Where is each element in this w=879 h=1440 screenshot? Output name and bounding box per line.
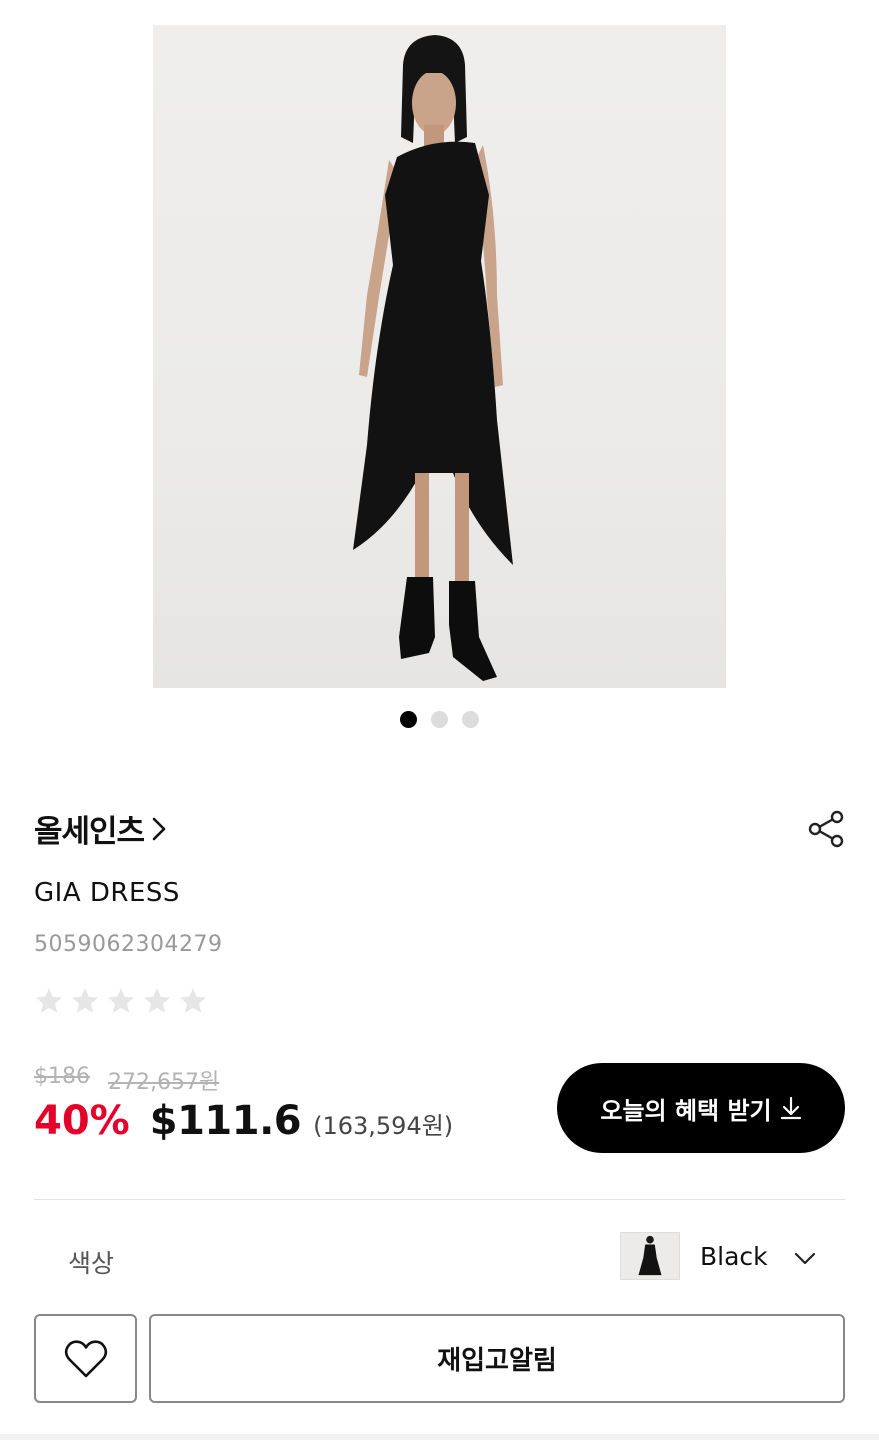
wishlist-button[interactable] [34,1314,137,1403]
original-price: $186 272,657원 [34,1064,219,1096]
product-photo-illustration [353,35,513,681]
carousel-dot[interactable] [431,711,448,728]
carousel-indicator [0,711,879,728]
chevron-down-icon [794,1252,815,1265]
brand-name: 올세인츠 [34,814,145,850]
color-swatch-thumbnail [620,1232,680,1280]
restock-alert-button[interactable]: 재입고알림 [149,1314,845,1403]
star-icon [72,988,98,1013]
product-code: 5059062304279 [34,932,223,957]
original-price-usd: $186 [34,1064,90,1089]
share-icon [808,810,844,848]
restock-alert-label: 재입고알림 [437,1346,557,1376]
download-arrow-icon [780,1096,801,1120]
star-icon [36,988,62,1013]
sale-price-usd: $111.6 [149,1098,302,1144]
sale-price-row: 40% $111.6 (163,594원) [34,1098,453,1144]
chevron-right-icon [152,817,166,840]
color-option-label: 색상 [68,1249,115,1278]
color-select[interactable]: Black [620,1232,816,1280]
discount-rate: 40% [34,1098,130,1144]
star-icon [108,988,134,1013]
product-image[interactable] [153,25,726,688]
divider [34,1199,845,1200]
get-benefit-button[interactable]: 오늘의 혜택 받기 [557,1063,845,1153]
carousel-dot[interactable] [462,711,479,728]
product-name: GIA DRESS [34,878,180,908]
carousel-dot[interactable] [400,711,417,728]
get-benefit-label: 오늘의 혜택 받기 [600,1096,772,1125]
color-selected-value: Black [700,1241,768,1271]
star-icon [144,988,170,1013]
bottom-divider [0,1434,879,1440]
original-price-krw: 272,657원 [108,1070,220,1095]
sale-price-krw: (163,594원) [313,1112,454,1140]
rating-stars[interactable] [34,986,208,1016]
share-button[interactable] [806,808,848,850]
brand-link[interactable]: 올세인츠 [34,806,168,851]
star-icon [180,988,206,1013]
heart-icon [64,1339,107,1377]
